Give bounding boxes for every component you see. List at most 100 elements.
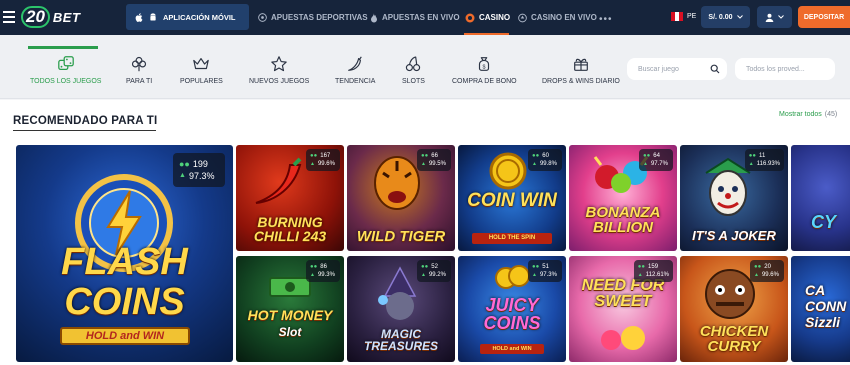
nav-label: CASINO [479, 13, 511, 22]
provider-select[interactable]: Todos los proved... [735, 58, 835, 80]
mobile-app-button[interactable]: APLICACIÓN MÓVIL [126, 4, 249, 30]
active-category-indicator [28, 46, 98, 49]
logo-text: BET [52, 9, 81, 25]
category-label: SLOTS [402, 78, 425, 85]
nav-live-betting[interactable]: APUESTAS EN VIVO [370, 0, 460, 35]
peru-flag-icon[interactable] [671, 12, 683, 21]
game-title: CHICKEN CURRY [699, 323, 769, 355]
nav-sports-betting[interactable]: APUESTAS DEPORTIVAS [258, 0, 368, 35]
game-title: IT'S A JOKER [692, 228, 776, 243]
game-subtitle: HOLD and WIN [60, 327, 190, 345]
game-title: BURNING CHILLI 243 [253, 214, 327, 244]
game-tile-wild-tiger[interactable]: WILD TIGER ●● 66 ▲ 99.5% [347, 145, 455, 251]
show-all-label: Mostrar todos [779, 111, 822, 118]
crown-icon [193, 58, 210, 70]
nav-casino[interactable]: CASINO [465, 0, 510, 35]
casino-chip-icon [465, 13, 475, 22]
game-subtitle: HOLD and WIN [480, 344, 544, 354]
game-tile-chicken-curry[interactable]: CHICKEN CURRY ●● 20 ▲ 99.6% [680, 256, 788, 362]
game-stats: ●● 64 ▲ 97.7% [639, 149, 673, 172]
top-navbar: 20 BET APLICACIÓN MÓVIL APUESTAS DEPORTI… [0, 0, 850, 35]
category-slots[interactable]: SLOTS [402, 55, 425, 85]
balance-button[interactable]: S/. 0.00 [701, 6, 750, 28]
search-icon[interactable] [710, 64, 720, 74]
chili-icon [348, 56, 363, 71]
game-stats: ●● 86 ▲ 99.3% [306, 260, 340, 283]
game-title: CY [811, 212, 837, 232]
game-title-line2: COINS [64, 281, 185, 323]
game-tile-partial-right[interactable]: CY [791, 145, 850, 251]
candy-art-icon [601, 326, 645, 350]
game-stats: ●● 167 ▲ 99.6% [306, 149, 340, 172]
game-tile-coin-win[interactable]: COIN WIN HOLD THE SPIN ●● 60 ▲ 99.8% [458, 145, 566, 251]
game-title: NEED FOR SWEET [581, 277, 665, 310]
flame-icon [371, 12, 377, 22]
game-tile-juicy-coins[interactable]: JUICY COINS HOLD and WIN ●● 51 ▲ 97.3% [458, 256, 566, 362]
apple-icon [135, 12, 143, 22]
category-label: PARA TI [126, 78, 153, 85]
category-new-games[interactable]: NUEVOS JUEGOS [249, 55, 309, 85]
game-subtitle: Slot [278, 325, 302, 339]
category-label: NUEVOS JUEGOS [249, 78, 310, 85]
game-art [791, 145, 850, 251]
game-stats: ●● 52 ▲ 99.2% [417, 260, 451, 283]
user-menu-button[interactable] [757, 6, 792, 28]
game-tile-its-a-joker[interactable]: IT'S A JOKER ●● 11 ▲ 116.93% [680, 145, 788, 251]
category-trending[interactable]: TENDENCIA [335, 55, 375, 85]
bonus-bag-icon: $ [479, 57, 490, 71]
android-icon [150, 12, 156, 20]
game-title: BONANZA BILLION [585, 204, 661, 236]
show-all-count: (45) [824, 111, 838, 118]
game-title: WILD TIGER [356, 228, 446, 245]
hamburger-menu-icon[interactable] [3, 11, 15, 23]
game-tile-hot-money[interactable]: HOT MONEY Slot ●● 86 ▲ 99.3% [236, 256, 344, 362]
logo[interactable]: 20 BET [21, 3, 80, 31]
category-all-games[interactable]: TODOS LOS JUEGOS [30, 55, 101, 85]
game-stats: ●● 199 ▲ 97.3% [173, 153, 225, 188]
category-label: POPULARES [180, 78, 223, 85]
show-all-link[interactable]: Mostrar todos (45) [779, 111, 837, 118]
coin-art-icon [489, 152, 527, 190]
game-stats: ●● 159 ▲ 112.61% [633, 260, 673, 283]
game-search-input[interactable]: Buscar juego [627, 58, 727, 80]
nav-label: APUESTAS EN VIVO [382, 13, 460, 22]
country-code[interactable]: PE [687, 13, 696, 20]
players-icon: ●● [179, 159, 190, 169]
clover-icon [132, 56, 147, 72]
game-subtitle: HOLD THE SPIN [472, 233, 552, 244]
category-drops-wins[interactable]: DROPS & WINS DIARIO [542, 55, 620, 85]
game-tile-need-for-sweet[interactable]: NEED FOR SWEET ●● 159 ▲ 112.61% [569, 256, 677, 362]
rtp-icon: ▲ [179, 172, 186, 180]
section-title: RECOMENDADO PARA TI [13, 115, 158, 127]
balance-amount: S/. 0.00 [708, 13, 733, 21]
provider-placeholder: Todos los proved... [746, 65, 805, 73]
nav-live-casino[interactable]: CASINO EN VIVO [518, 0, 597, 35]
coins-art-icon [495, 265, 530, 289]
game-tile-bonanza-billion[interactable]: BONANZA BILLION ●● 64 ▲ 97.7% [569, 145, 677, 251]
game-title-line1: FLASH [61, 241, 188, 283]
spade-icon [518, 13, 527, 22]
game-tile-partial-right-2[interactable]: CA CONN Sizzli [791, 256, 850, 362]
nav-label: CASINO EN VIVO [531, 13, 597, 22]
game-title: JUICY COINS [483, 295, 541, 333]
search-placeholder: Buscar juego [638, 65, 679, 73]
dice-icon [57, 56, 74, 71]
more-menu-icon[interactable]: ••• [599, 14, 613, 25]
deposit-button[interactable]: DEPOSITAR [798, 6, 850, 28]
game-title: COIN WIN [467, 190, 557, 211]
category-for-you[interactable]: PARA TI [126, 55, 152, 85]
game-tile-flash-coins[interactable]: FLASH COINS HOLD and WIN ●● 199 ▲ 97.3% [16, 145, 233, 362]
user-icon [765, 13, 774, 22]
game-tile-magic-treasures[interactable]: MAGIC TREASURES ●● 52 ▲ 99.2% [347, 256, 455, 362]
category-bonus-buy[interactable]: $ COMPRA DE BONO [452, 55, 517, 85]
game-stats: ●● 20 ▲ 99.6% [750, 260, 784, 283]
category-popular[interactable]: POPULARES [180, 55, 223, 85]
game-tile-burning-chilli[interactable]: BURNING CHILLI 243 ●● 167 ▲ 99.6% [236, 145, 344, 251]
svg-text:$: $ [483, 65, 486, 71]
gift-icon [574, 58, 588, 71]
chevron-down-icon [778, 15, 784, 19]
title-underline [13, 130, 156, 131]
logo-number: 20 [21, 6, 50, 28]
category-label: DROPS & WINS DIARIO [542, 78, 620, 85]
category-label: TENDENCIA [335, 78, 376, 85]
